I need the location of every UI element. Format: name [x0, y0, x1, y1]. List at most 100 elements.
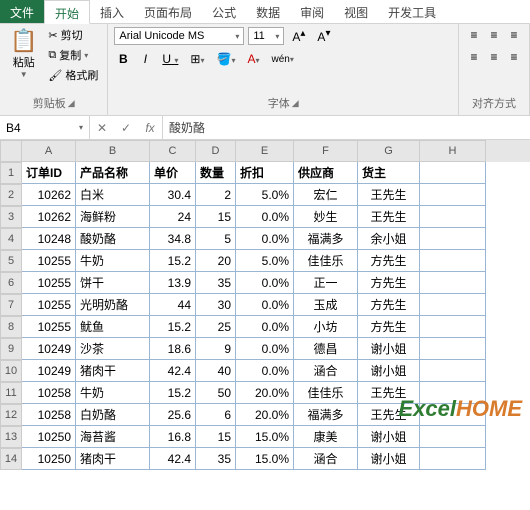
cell[interactable]: 15.0% — [236, 448, 294, 470]
row-header[interactable]: 6 — [0, 272, 22, 294]
row-header[interactable]: 3 — [0, 206, 22, 228]
cell[interactable]: 42.4 — [150, 448, 196, 470]
cell[interactable]: 42.4 — [150, 360, 196, 382]
fx-button[interactable]: fx — [138, 116, 162, 139]
confirm-button[interactable]: ✓ — [114, 116, 138, 139]
cell[interactable]: 0.0% — [236, 316, 294, 338]
col-header[interactable]: F — [294, 140, 358, 162]
align-bottom-button[interactable]: ≡ — [505, 26, 523, 44]
cell[interactable]: 15.0% — [236, 426, 294, 448]
cell[interactable] — [420, 184, 486, 206]
col-header[interactable]: D — [196, 140, 236, 162]
align-center-button[interactable]: ≡ — [485, 48, 503, 66]
cell[interactable]: 0.0% — [236, 360, 294, 382]
cell[interactable]: 谢小姐 — [358, 360, 420, 382]
row-header[interactable]: 7 — [0, 294, 22, 316]
cell[interactable]: 20.0% — [236, 404, 294, 426]
cell[interactable]: 10249 — [22, 360, 76, 382]
cell[interactable]: 10262 — [22, 206, 76, 228]
cut-button[interactable]: ✂剪切 — [45, 26, 101, 44]
cell[interactable]: 10248 — [22, 228, 76, 250]
cell[interactable]: 小坊 — [294, 316, 358, 338]
format-painter-button[interactable]: 🖌格式刷 — [45, 66, 101, 84]
cell[interactable]: 牛奶 — [76, 382, 150, 404]
cell[interactable]: 牛奶 — [76, 250, 150, 272]
cell[interactable]: 猪肉干 — [76, 448, 150, 470]
cell[interactable]: 34.8 — [150, 228, 196, 250]
tab-review[interactable]: 审阅 — [290, 0, 334, 23]
cell[interactable]: 30 — [196, 294, 236, 316]
cell[interactable]: 10255 — [22, 250, 76, 272]
cell[interactable]: 35 — [196, 272, 236, 294]
cell[interactable]: 产品名称 — [76, 162, 150, 184]
cell[interactable]: 海苔酱 — [76, 426, 150, 448]
row-header[interactable]: 8 — [0, 316, 22, 338]
cell[interactable]: 13.9 — [150, 272, 196, 294]
cell[interactable]: 海鲜粉 — [76, 206, 150, 228]
cell[interactable] — [420, 228, 486, 250]
cell[interactable]: 15 — [196, 206, 236, 228]
cell[interactable]: 0.0% — [236, 272, 294, 294]
font-name-select[interactable]: Arial Unicode MS▾ — [114, 27, 244, 45]
cell[interactable]: 订单ID — [22, 162, 76, 184]
cell[interactable]: 王先生 — [358, 382, 420, 404]
underline-button[interactable]: U ▾ — [158, 50, 182, 68]
italic-button[interactable]: I — [136, 50, 154, 68]
row-header[interactable]: 10 — [0, 360, 22, 382]
dialog-launcher-icon[interactable]: ◢ — [68, 98, 75, 109]
cell[interactable]: 2 — [196, 184, 236, 206]
name-box[interactable]: B4▾ — [0, 116, 90, 139]
cell[interactable]: 6 — [196, 404, 236, 426]
cell[interactable]: 德昌 — [294, 338, 358, 360]
cell[interactable]: 24 — [150, 206, 196, 228]
cell[interactable]: 10255 — [22, 294, 76, 316]
tab-formula[interactable]: 公式 — [202, 0, 246, 23]
cell[interactable]: 25 — [196, 316, 236, 338]
copy-button[interactable]: ⧉复制▾ — [45, 46, 101, 64]
cell[interactable]: 佳佳乐 — [294, 250, 358, 272]
cell[interactable]: 货主 — [358, 162, 420, 184]
cell[interactable]: 16.8 — [150, 426, 196, 448]
tab-layout[interactable]: 页面布局 — [134, 0, 202, 23]
font-color-button[interactable]: A▾ — [243, 50, 263, 68]
cell[interactable]: 谢小姐 — [358, 338, 420, 360]
cell[interactable]: 9 — [196, 338, 236, 360]
cell[interactable] — [420, 360, 486, 382]
col-header[interactable]: G — [358, 140, 420, 162]
cell[interactable]: 15 — [196, 426, 236, 448]
cell[interactable]: 鱿鱼 — [76, 316, 150, 338]
cell[interactable]: 王先生 — [358, 206, 420, 228]
cell[interactable]: 白奶酪 — [76, 404, 150, 426]
row-header[interactable]: 2 — [0, 184, 22, 206]
row-header[interactable]: 13 — [0, 426, 22, 448]
cell[interactable]: 沙茶 — [76, 338, 150, 360]
cell[interactable]: 20 — [196, 250, 236, 272]
cell[interactable] — [420, 316, 486, 338]
cell[interactable]: 5.0% — [236, 184, 294, 206]
cell[interactable]: 方先生 — [358, 316, 420, 338]
align-left-button[interactable]: ≡ — [465, 48, 483, 66]
shrink-font-button[interactable]: A▾ — [313, 26, 334, 46]
col-header[interactable]: B — [76, 140, 150, 162]
phonetic-button[interactable]: wén▾ — [267, 52, 297, 67]
cell[interactable]: 余小姐 — [358, 228, 420, 250]
cell[interactable]: 谢小姐 — [358, 426, 420, 448]
cell[interactable]: 猪肉干 — [76, 360, 150, 382]
cell[interactable]: 福满多 — [294, 228, 358, 250]
cell[interactable]: 15.2 — [150, 316, 196, 338]
cell[interactable]: 20.0% — [236, 382, 294, 404]
row-header[interactable]: 9 — [0, 338, 22, 360]
tab-view[interactable]: 视图 — [334, 0, 378, 23]
cell[interactable]: 35 — [196, 448, 236, 470]
cell[interactable]: 王先生 — [358, 404, 420, 426]
cell[interactable] — [420, 272, 486, 294]
row-header[interactable]: 14 — [0, 448, 22, 470]
cell[interactable]: 折扣 — [236, 162, 294, 184]
cell[interactable]: 福满多 — [294, 404, 358, 426]
cell[interactable]: 5.0% — [236, 250, 294, 272]
align-top-button[interactable]: ≡ — [465, 26, 483, 44]
col-header[interactable]: E — [236, 140, 294, 162]
cancel-button[interactable]: ✕ — [90, 116, 114, 139]
cell[interactable]: 供应商 — [294, 162, 358, 184]
cell[interactable] — [420, 426, 486, 448]
